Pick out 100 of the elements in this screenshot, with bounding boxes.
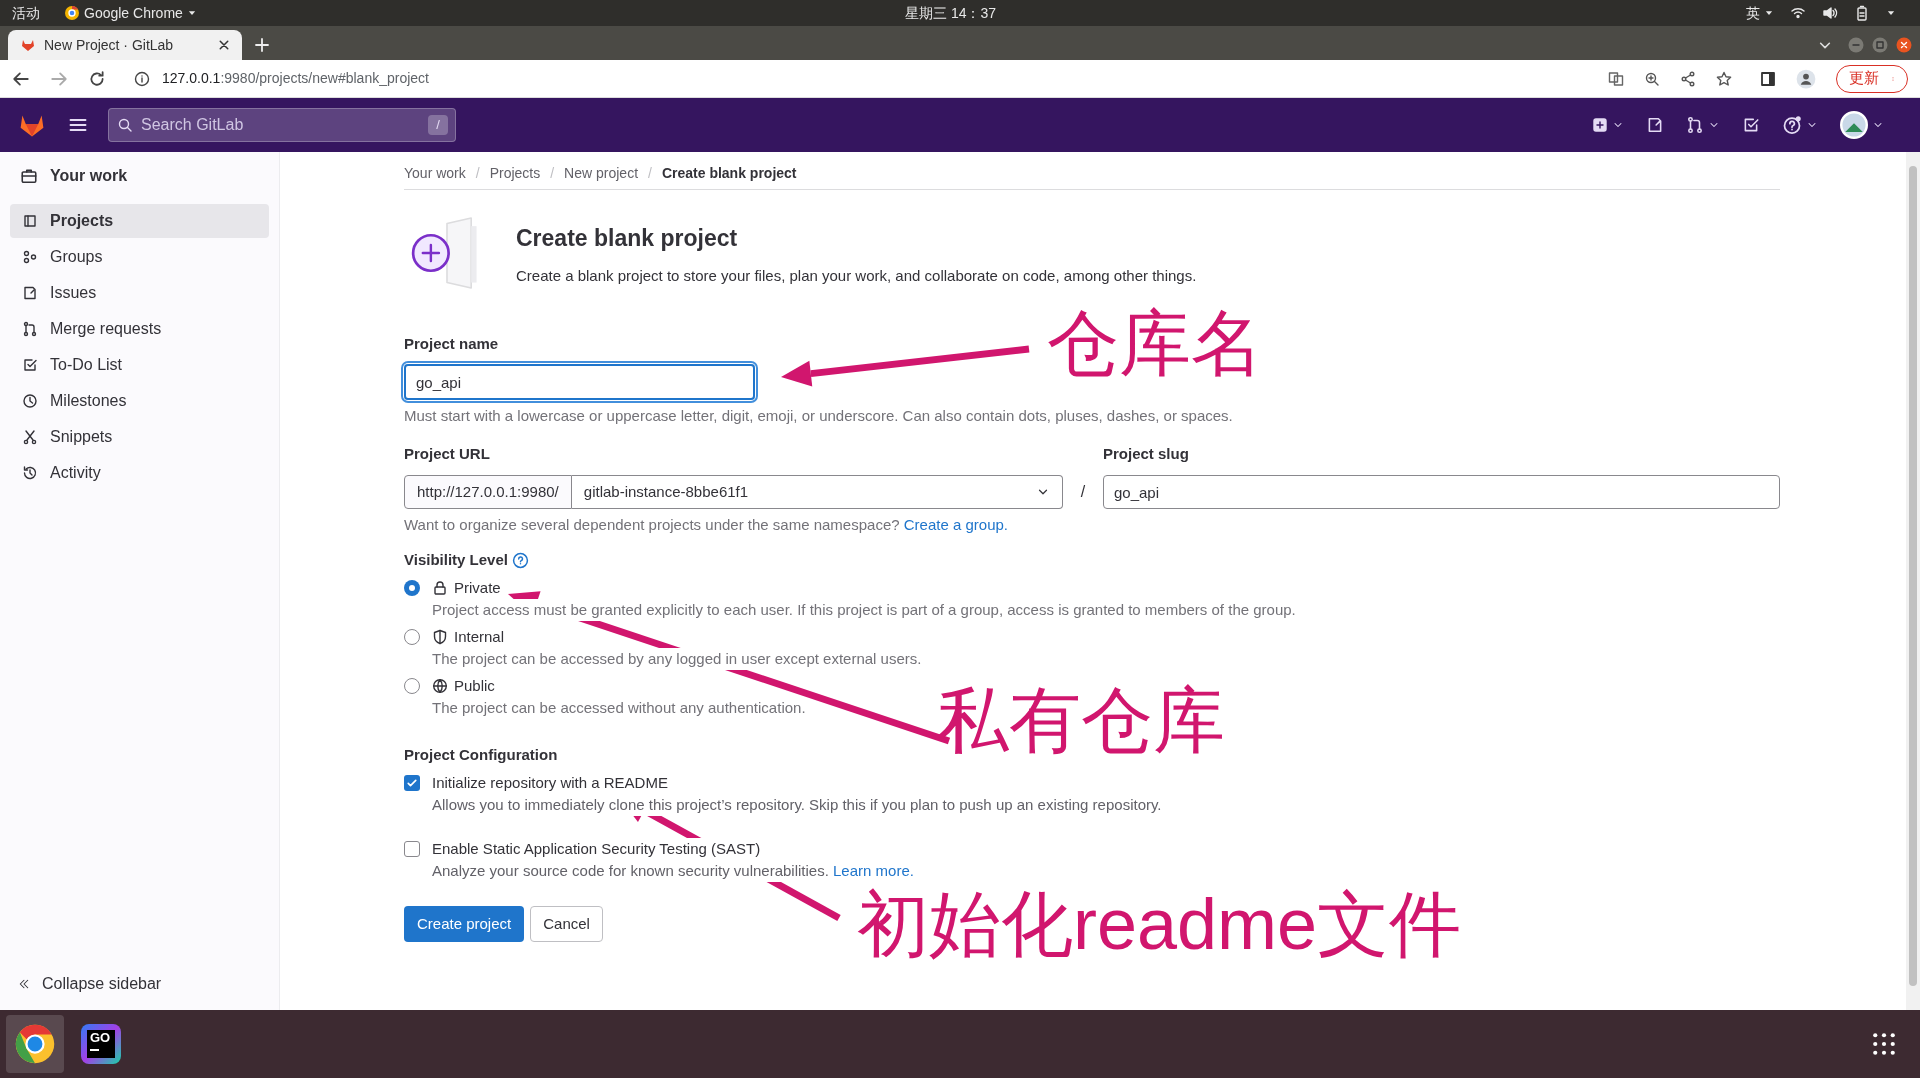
cancel-button[interactable]: Cancel	[530, 906, 603, 942]
double-chevron-left-icon	[18, 978, 30, 990]
address-bar[interactable]: 127.0.0.1:9980/projects/new#blank_project	[126, 63, 1740, 94]
create-project-button[interactable]: Create project	[404, 906, 525, 942]
close-icon[interactable]	[1896, 37, 1912, 53]
sidebar-item[interactable]: Merge requests	[10, 312, 269, 346]
learn-more-link[interactable]: Learn more.	[833, 862, 914, 879]
breadcrumb-link[interactable]: New project	[564, 161, 639, 184]
app-menu[interactable]: Google Chrome	[64, 2, 197, 24]
page-title: Create blank project	[516, 224, 739, 252]
merge-request-icon	[1686, 116, 1704, 134]
taskbar-app-button[interactable]: GO	[72, 1015, 130, 1073]
breadcrumb-separator: /	[550, 163, 555, 183]
keyboard-shortcut: /	[428, 115, 448, 135]
help-text: Want to organize several dependent projects under the same namespace? Create a group.	[404, 515, 1009, 535]
activities-button[interactable]: 活动	[12, 2, 40, 24]
field-label: Project Configuration	[404, 745, 559, 765]
chrome-icon	[64, 5, 80, 21]
new-menu-button[interactable]	[1592, 117, 1624, 133]
help-button[interactable]	[1782, 115, 1818, 135]
close-icon[interactable]	[218, 39, 230, 51]
reload-icon[interactable]	[88, 69, 106, 88]
group-icon	[22, 249, 38, 265]
profile-icon[interactable]	[1796, 68, 1816, 89]
help-text: Analyze your source code for known security vulnerabilities. Learn more.	[432, 860, 914, 882]
radio-button[interactable]	[404, 580, 420, 596]
project-name-field[interactable]: go_api	[404, 364, 755, 400]
breadcrumb-separator: /	[475, 163, 480, 183]
merge-request-icon	[22, 321, 38, 337]
shield-icon	[432, 629, 448, 645]
search-icon	[117, 117, 133, 133]
help-text: Allows you to immediately clone this project’s repository. Skip this if you plan to push up an existing repository.	[432, 794, 1162, 816]
share-icon[interactable]	[1680, 70, 1696, 87]
battery-icon	[1854, 5, 1870, 21]
input-method-menu[interactable]: 英	[1746, 2, 1774, 24]
history-icon	[22, 465, 38, 481]
field-label: Project slug	[1103, 444, 1190, 464]
field-label: Visibility Level	[404, 550, 508, 570]
scrollbar[interactable]	[1906, 152, 1920, 1010]
sidebar-item[interactable]: Issues	[10, 276, 269, 310]
briefcase-icon	[20, 167, 38, 185]
check-icon	[406, 777, 418, 789]
url-text: 127.0.0.1:9980/projects/new#blank_project	[162, 69, 429, 88]
help-text: Project access must be granted explicitly to each user. If this project is part of a group, access is granted to members of the group.	[432, 599, 1296, 621]
issue-icon	[22, 285, 38, 301]
user-menu-button[interactable]	[1840, 111, 1884, 139]
info-icon	[134, 70, 150, 87]
checkbox-label[interactable]: Enable Static Application Security Testing (SAST)	[432, 838, 761, 860]
chrome-icon	[13, 1022, 57, 1066]
breadcrumb-link[interactable]: Your work	[404, 161, 466, 184]
app-grid-icon[interactable]	[1870, 1030, 1898, 1058]
field-label: Project URL	[404, 444, 491, 464]
taskbar-app-button[interactable]	[6, 1015, 64, 1073]
help-text: The project can be accessed by any logged in user except external users.	[432, 648, 922, 670]
sidebar-item[interactable]: Milestones	[10, 384, 269, 418]
annotation-text: 初始化readme文件	[857, 883, 1462, 966]
sidebar-item[interactable]: Projects	[10, 204, 269, 238]
new-tab-icon[interactable]	[254, 37, 270, 53]
translate-icon[interactable]	[1608, 70, 1624, 87]
sidebar-item[interactable]: Snippets	[10, 420, 269, 454]
breadcrumb-link[interactable]: Create blank project	[661, 161, 797, 184]
radio-label[interactable]: Internal	[454, 626, 505, 648]
sidebar-item[interactable]: Activity	[10, 456, 269, 490]
radio-label[interactable]: Private	[454, 577, 501, 599]
checkbox[interactable]	[404, 841, 420, 857]
collapse-sidebar-button[interactable]: Collapse sidebar	[10, 972, 269, 996]
help-icon[interactable]	[511, 551, 529, 569]
wifi-icon	[1790, 5, 1806, 21]
breadcrumb-separator: /	[648, 163, 652, 183]
issue-icon[interactable]	[1646, 116, 1664, 134]
volume-icon	[1822, 5, 1838, 21]
checkbox[interactable]	[404, 775, 420, 791]
radio-button[interactable]	[404, 629, 420, 645]
sidebar-item[interactable]: Groups	[10, 240, 269, 274]
sidebar-item[interactable]: To-Do List	[10, 348, 269, 382]
namespace-dropdown[interactable]: gitlab-instance-8bbe61f1	[571, 475, 1063, 509]
zoom-icon[interactable]	[1644, 70, 1660, 87]
field-label: Project name	[404, 334, 500, 354]
radio-label[interactable]: Public	[454, 675, 495, 697]
logo-text: GO	[90, 1030, 111, 1046]
scissors-icon	[22, 429, 38, 445]
sidebar-title: Your work	[50, 166, 128, 186]
side-panel-icon[interactable]	[1760, 70, 1776, 87]
browser-tab[interactable]: New Project · GitLab	[8, 30, 242, 60]
annotation-text: 私有仓库	[937, 679, 1225, 762]
lock-icon	[432, 580, 448, 596]
annotation-text: 仓库名	[1047, 302, 1263, 385]
radio-button[interactable]	[404, 678, 420, 694]
create-group-link[interactable]: Create a group.	[903, 516, 1008, 533]
avatar-icon	[1840, 111, 1868, 139]
project-slug-field[interactable]: go_api	[1103, 475, 1780, 509]
todo-icon	[22, 357, 38, 373]
page-description: Create a blank project to store your files, plan your work, and collaborate on code, among other things.	[516, 266, 1197, 286]
help-icon	[1782, 115, 1802, 135]
star-icon[interactable]	[1716, 70, 1732, 87]
todo-icon[interactable]	[1742, 116, 1760, 134]
merge-requests-button[interactable]	[1686, 116, 1720, 134]
clock[interactable]: 星期三 14：37	[905, 2, 997, 24]
url-prefix: http://127.0.0.1:9980/	[404, 475, 572, 509]
breadcrumb-link[interactable]: Projects	[489, 161, 541, 184]
